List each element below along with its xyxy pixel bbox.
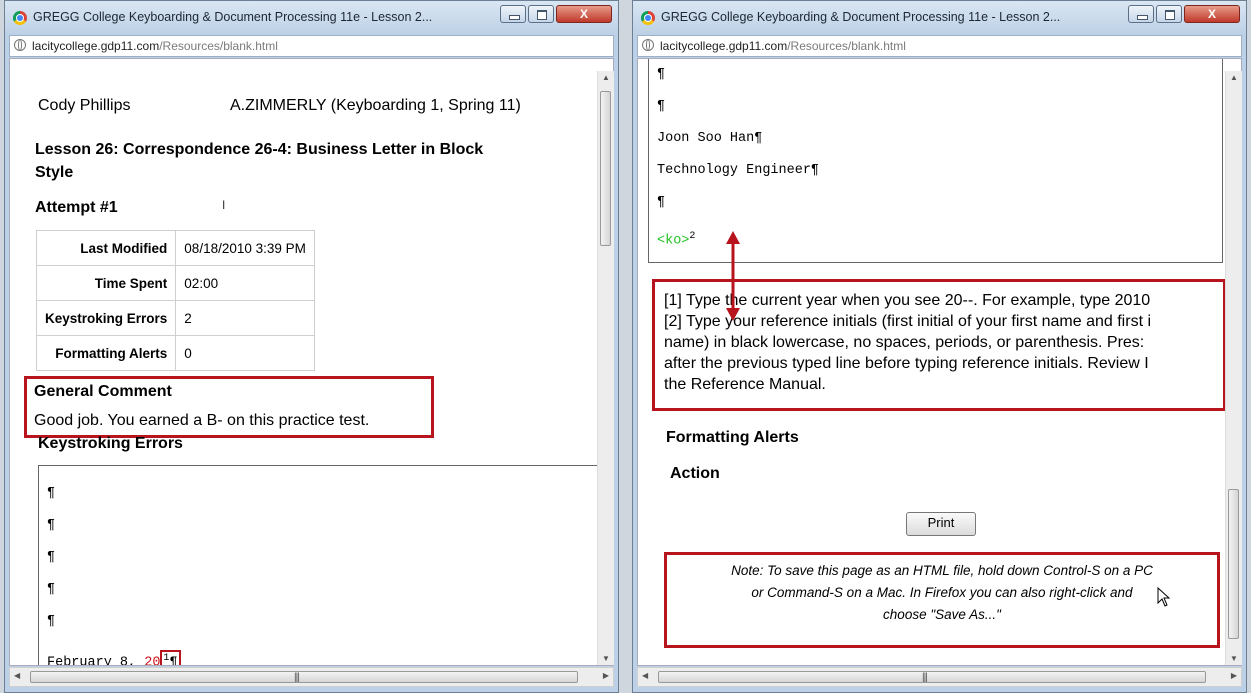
scroll-down-icon[interactable]: ▼ <box>1230 654 1238 663</box>
address-bar[interactable]: lacitycollege.gdp11.com/Resources/blank.… <box>9 35 614 57</box>
page-viewport: Cody Phillips A.ZIMMERLY (Keyboarding 1,… <box>9 58 614 666</box>
window-title: GREGG College Keyboarding & Document Pro… <box>661 10 1061 24</box>
general-comment-text: Good job. You earned a B- on this practi… <box>34 412 370 429</box>
close-icon: X <box>1207 7 1216 21</box>
url-text: lacitycollege.gdp11.com/Resources/blank.… <box>660 39 906 53</box>
scroll-left-icon[interactable]: ◀ <box>14 671 20 680</box>
date-line: February 8, 20 1¶ <box>47 650 181 666</box>
title-bar[interactable]: GREGG College Keyboarding & Document Pro… <box>633 1 1246 33</box>
footnote-line: name) in black lowercase, no spaces, per… <box>664 334 1145 351</box>
document-preview: ¶ ¶ ¶ ¶ ¶ February 8, 20 1¶ <box>38 465 598 666</box>
scroll-thumb[interactable]: ||| <box>658 671 1206 683</box>
scroll-up-icon[interactable]: ▲ <box>602 73 610 82</box>
scroll-right-icon[interactable]: ▶ <box>603 671 609 680</box>
window-title: GREGG College Keyboarding & Document Pro… <box>33 10 433 24</box>
reference-initials-line: <ko>2 <box>657 231 695 249</box>
vertical-scrollbar[interactable]: ▲ ▼ <box>597 71 614 665</box>
doc-line: Joon Soo Han¶ <box>657 131 763 146</box>
maximize-button[interactable] <box>1156 5 1182 23</box>
horizontal-scrollbar[interactable]: ◀ ||| ▶ <box>637 667 1242 687</box>
browser-window-right: GREGG College Keyboarding & Document Pro… <box>632 0 1247 693</box>
footnote-marker-1-box: 1¶ <box>160 650 181 665</box>
close-icon: X <box>579 7 588 21</box>
footnote-line: [2] Type your reference initials (first … <box>664 313 1152 330</box>
print-button[interactable]: Print <box>906 512 976 536</box>
footnotes: [1] Type the current year when you see 2… <box>664 290 1220 410</box>
table-row: Time Spent 02:00 <box>35 265 315 301</box>
table-row: Last Modified 08/18/2010 3:39 PM <box>35 230 315 266</box>
scroll-left-icon[interactable]: ◀ <box>642 671 648 680</box>
scroll-thumb[interactable]: ||| <box>30 671 578 683</box>
ko-initials: <ko> <box>657 233 690 249</box>
chrome-icon <box>13 11 27 25</box>
maximize-button[interactable] <box>528 5 554 23</box>
lesson-title-line-2: Style <box>35 164 74 181</box>
url-text: lacitycollege.gdp11.com/Resources/blank.… <box>32 39 278 53</box>
keystroke-error: 20 <box>144 655 161 666</box>
scroll-right-icon[interactable]: ▶ <box>1231 671 1237 680</box>
doc-line: Technology Engineer¶ <box>657 163 820 178</box>
browser-window-left: GREGG College Keyboarding & Document Pro… <box>4 0 619 693</box>
globe-icon <box>642 39 654 51</box>
text-cursor-icon: I <box>222 198 226 212</box>
attempt-heading: Attempt #1 <box>35 199 118 216</box>
save-note: Note: To save this page as an HTML file,… <box>731 563 1153 622</box>
lesson-title-line-1: Lesson 26: Correspondence 26-4: Business… <box>35 141 484 158</box>
scroll-thumb[interactable] <box>600 91 611 246</box>
page-viewport: ¶ ¶ Joon Soo Han¶ Technology Engineer¶ ¶… <box>637 58 1242 666</box>
double-arrow-icon <box>726 231 740 321</box>
student-name: Cody Phillips <box>38 97 131 114</box>
scroll-up-icon[interactable]: ▲ <box>1230 73 1238 82</box>
doc-line: ¶ <box>657 99 666 114</box>
scroll-down-icon[interactable]: ▼ <box>602 654 610 663</box>
close-button[interactable]: X <box>556 5 612 23</box>
attempt-details-table: Last Modified 08/18/2010 3:39 PM Time Spe… <box>35 230 315 371</box>
scroll-thumb[interactable] <box>1228 489 1239 639</box>
doc-line: ¶ <box>657 195 666 210</box>
general-comment-heading: General Comment <box>34 383 172 400</box>
chrome-icon <box>641 11 655 25</box>
minimize-button[interactable] <box>1128 5 1154 23</box>
doc-line: ¶ <box>657 67 666 82</box>
action-heading: Action <box>670 465 720 482</box>
minimize-button[interactable] <box>500 5 526 23</box>
close-button[interactable]: X <box>1184 5 1240 23</box>
instructor-course: A.ZIMMERLY (Keyboarding 1, Spring 11) <box>230 97 521 114</box>
doc-line: ¶ <box>47 582 56 597</box>
doc-line: ¶ <box>47 486 56 501</box>
table-row: Formatting Alerts 0 <box>35 335 315 371</box>
vertical-scrollbar[interactable]: ▲ ▼ <box>1225 71 1242 665</box>
doc-line: ¶ <box>47 518 56 533</box>
doc-line: ¶ <box>47 550 56 565</box>
doc-line: ¶ <box>47 614 56 629</box>
formatting-alerts-heading: Formatting Alerts <box>666 429 799 446</box>
footnote-line: after the previous typed line before typ… <box>664 355 1149 372</box>
horizontal-scrollbar[interactable]: ◀ ||| ▶ <box>9 667 614 687</box>
title-bar[interactable]: GREGG College Keyboarding & Document Pro… <box>5 1 618 33</box>
mouse-pointer-icon <box>1157 587 1171 607</box>
footnote-line: [1] Type the current year when you see 2… <box>664 292 1151 309</box>
table-row: Keystroking Errors 2 <box>35 300 315 336</box>
footnote-marker-2: 2 <box>689 231 696 242</box>
keystroking-errors-heading: Keystroking Errors <box>38 435 183 452</box>
address-bar[interactable]: lacitycollege.gdp11.com/Resources/blank.… <box>637 35 1242 57</box>
globe-icon <box>14 39 26 51</box>
footnote-line: the Reference Manual. <box>664 376 826 393</box>
